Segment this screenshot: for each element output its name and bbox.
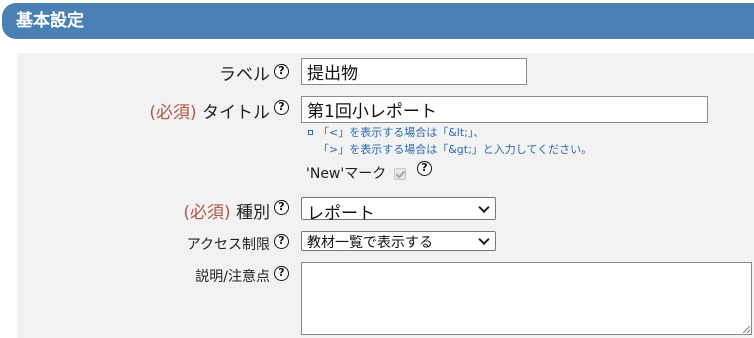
- type-label-text: 種別: [236, 203, 270, 223]
- resize-grip-icon[interactable]: [743, 326, 750, 333]
- label-input[interactable]: [301, 58, 527, 85]
- note-bullet: [308, 130, 313, 135]
- access-select[interactable]: 教材一覧で表示する: [301, 231, 496, 251]
- new-mark-label: 'New'マーク: [306, 166, 387, 182]
- help-icon-label[interactable]: ?: [274, 64, 289, 79]
- chevron-down-icon: [478, 233, 490, 246]
- title-label-text: タイトル: [202, 103, 270, 123]
- chevron-down-icon: [478, 201, 490, 213]
- help-icon-new-mark[interactable]: ?: [417, 161, 432, 176]
- title-note-line1: 「<」を表示する場合は「&lt;」、: [318, 126, 485, 139]
- help-icon-type[interactable]: ?: [274, 200, 289, 215]
- required-marker: (必須): [183, 203, 231, 223]
- new-mark-checkbox: [394, 168, 406, 180]
- description-field-label: 説明/注意点: [195, 269, 270, 285]
- label-field-label: ラベル: [219, 65, 270, 85]
- form-panel: ラベル ? (必須) タイトル ? 「<」を表示する場合は「&lt;」、 「>」…: [17, 53, 754, 338]
- access-select-value: 教材一覧で表示する: [307, 235, 433, 251]
- type-select[interactable]: レポート: [301, 197, 496, 224]
- required-marker: (必須): [149, 103, 197, 123]
- type-field-label: (必須) 種別: [183, 202, 270, 224]
- help-icon-access[interactable]: ?: [274, 234, 289, 249]
- section-header: 基本設定: [2, 3, 754, 39]
- section-title: 基本設定: [16, 11, 84, 31]
- help-icon-title[interactable]: ?: [274, 100, 289, 115]
- type-select-value: レポート: [307, 204, 375, 224]
- help-icon-description[interactable]: ?: [274, 266, 289, 281]
- description-textarea[interactable]: [301, 262, 752, 335]
- title-note-line2: 「>」を表示する場合は「&gt;」と入力してください。: [318, 143, 593, 156]
- title-input[interactable]: [301, 96, 708, 123]
- title-field-label: (必須) タイトル: [149, 102, 270, 124]
- access-field-label: アクセス制限: [186, 237, 270, 253]
